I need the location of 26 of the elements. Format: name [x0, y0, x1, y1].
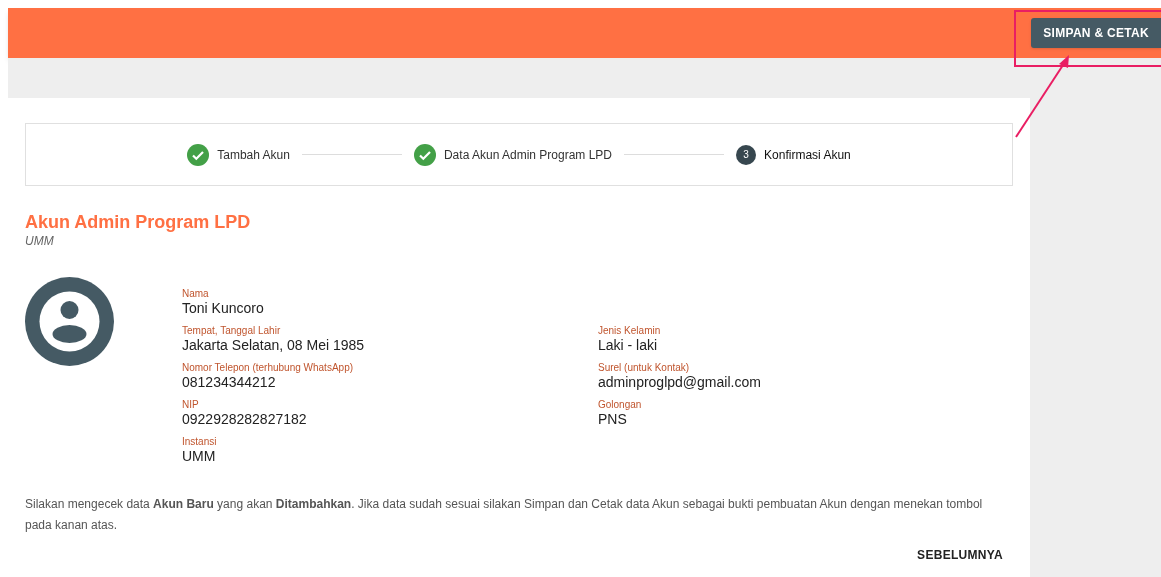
page-subtitle: UMM [25, 233, 55, 249]
field-label: NIP [182, 398, 199, 411]
page-title: Akun Admin Program LPD [25, 211, 252, 233]
field-label: Instansi [182, 435, 217, 448]
field-value: adminproglpd@gmail.com [598, 374, 761, 391]
field-value: Jakarta Selatan, 08 Mei 1985 [182, 337, 365, 354]
step-number: 3 [736, 144, 757, 165]
save-print-button[interactable]: SIMPAN & CETAK [1031, 18, 1161, 48]
step-label: Tambah Akun [217, 146, 290, 164]
step-label: Data Akun Admin Program LPD [443, 146, 613, 164]
field-value: Laki - laki [598, 337, 658, 354]
field-label: Nama [182, 287, 209, 300]
field-value: UMM [182, 448, 216, 465]
field-label: Tempat, Tanggal Lahir [182, 324, 281, 337]
field-label: Golongan [598, 398, 642, 411]
step-label: Konfirmasi Akun [764, 146, 851, 164]
field-value: 0922928282827182 [182, 411, 307, 428]
field-label: Jenis Kelamin [598, 324, 661, 337]
previous-button[interactable]: SEBELUMNYA [917, 546, 1003, 564]
user-avatar-icon [25, 277, 114, 366]
field-label: Surel (untuk Kontak) [598, 361, 690, 374]
field-value: 081234344212 [182, 374, 276, 391]
field-value: PNS [598, 411, 627, 428]
field-label: Nomor Telepon (terhubung WhatsApp) [182, 361, 354, 374]
instruction-text: Silakan mengecek data Akun Baru yang akan Ditambahkan. Jika data sudah sesuai silakan Simpan dan Cetak data Akun sebagai bukti pembuatan Akun dengan menekan tombol pada kanan atas. [25, 496, 984, 534]
field-value: Toni Kuncoro [182, 300, 264, 317]
